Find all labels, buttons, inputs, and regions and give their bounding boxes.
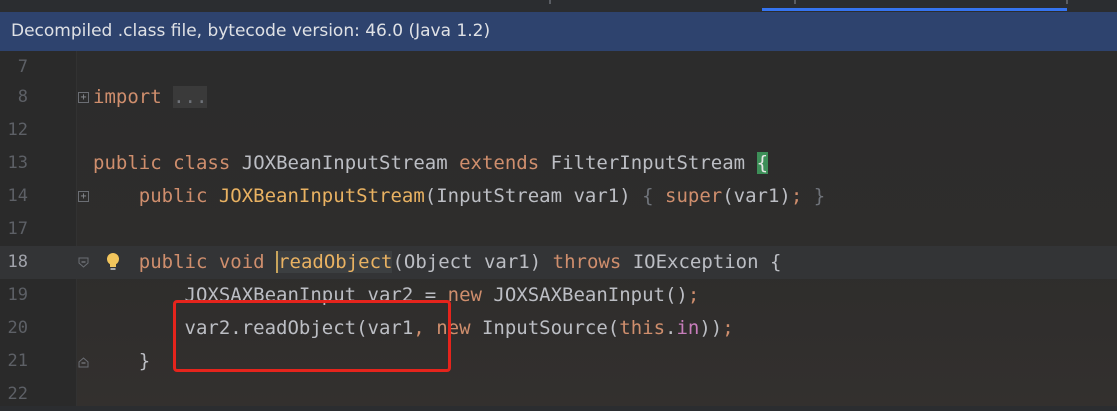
method-name: readObject: [276, 251, 393, 273]
code-line: 19 JOXSAXBeanInput var2 = new JOXSAXBean…: [0, 279, 1117, 312]
keyword: public: [138, 251, 208, 273]
line-number: 19: [7, 285, 28, 305]
constructor-call: JOXSAXBeanInput(): [481, 284, 688, 306]
fold-expand-icon[interactable]: [78, 191, 89, 202]
line-number: 18: [7, 252, 28, 272]
code-line: 8 import ...: [0, 81, 1117, 114]
decompiled-notice-banner: Decompiled .class file, bytecode version…: [0, 12, 1117, 51]
highlight-annotation-box: [173, 300, 451, 372]
line-number: 8: [17, 87, 28, 107]
keyword: super: [665, 185, 723, 207]
keyword: public: [93, 152, 162, 174]
code-line: 7: [0, 51, 1117, 84]
tab-separator: [1066, 0, 1068, 4]
code-text: public JOXBeanInputStream(InputStream va…: [93, 180, 825, 213]
folded-imports[interactable]: ...: [173, 86, 208, 108]
fold-expand-icon[interactable]: [78, 92, 89, 103]
code-editor[interactable]: 7 8 import ... 12 13 public class JOXBea…: [0, 51, 1117, 406]
semicolon: ;: [722, 317, 734, 339]
folded-brace: {: [642, 185, 654, 207]
keyword: class: [173, 152, 231, 174]
close-parens: )): [699, 317, 723, 339]
code-line: 20 var2.readObject(var1, new InputSource…: [0, 312, 1117, 345]
folded-brace: }: [813, 185, 826, 207]
line-number: 22: [7, 384, 28, 404]
line-number: 20: [7, 318, 28, 338]
code-text: }: [93, 345, 150, 378]
params: (InputStream var1): [424, 185, 631, 207]
code-line: 12: [0, 114, 1117, 147]
superclass-name: FilterInputStream: [550, 152, 746, 174]
tab-separator: [794, 0, 796, 4]
params: (Object var1): [392, 251, 542, 273]
dot: .: [665, 317, 677, 339]
code-text: public void readObject(Object var1) thro…: [93, 246, 781, 279]
keyword: this: [619, 317, 666, 339]
constructor-call: InputSource(: [470, 317, 620, 339]
code-text: import ...: [93, 81, 208, 114]
code-line: 22: [0, 378, 1117, 411]
keyword: extends: [459, 152, 540, 174]
line-number: 17: [7, 219, 28, 239]
keyword: void: [218, 251, 265, 273]
line-number: 12: [7, 120, 28, 140]
args: (var1): [722, 185, 791, 207]
code-line: 14 public JOXBeanInputStream(InputStream…: [0, 180, 1117, 213]
keyword: import: [93, 86, 162, 108]
exception-type: IOException {: [632, 251, 782, 273]
matched-brace: {: [756, 152, 769, 174]
class-name: JOXBeanInputStream: [241, 152, 448, 174]
line-number: 14: [7, 186, 28, 206]
semicolon: ;: [790, 185, 803, 207]
semicolon: ;: [687, 284, 700, 306]
field: in: [676, 317, 700, 339]
code-line: 21 }: [0, 345, 1117, 378]
code-line-current: 18 public void readObject(Object var1) t…: [0, 246, 1117, 279]
closing-brace: }: [138, 350, 151, 372]
fold-end-icon[interactable]: [78, 356, 90, 368]
keyword: throws: [552, 251, 622, 273]
fold-collapse-icon[interactable]: [78, 257, 89, 268]
code-line: 17: [0, 213, 1117, 246]
code-text: public class JOXBeanInputStream extends …: [93, 147, 769, 180]
active-tab-indicator[interactable]: [762, 8, 1067, 11]
keyword: new: [447, 284, 482, 306]
line-number: 7: [17, 57, 28, 77]
line-number: 21: [7, 351, 28, 371]
tab-separator: [549, 0, 551, 4]
constructor-name: JOXBeanInputStream: [218, 185, 425, 207]
keyword: public: [138, 185, 208, 207]
code-line: 13 public class JOXBeanInputStream exten…: [0, 147, 1117, 180]
line-number: 13: [7, 153, 28, 173]
